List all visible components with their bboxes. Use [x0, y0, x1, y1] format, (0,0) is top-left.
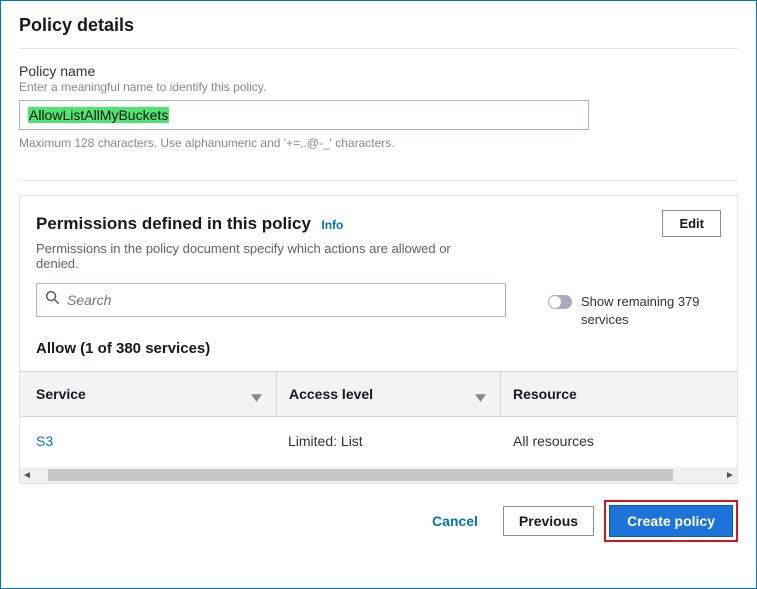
policy-name-help: Enter a meaningful name to identify this…: [19, 80, 738, 94]
show-remaining-toggle[interactable]: [548, 295, 572, 309]
policy-name-value: AllowListAllMyBuckets: [28, 107, 169, 123]
previous-button[interactable]: Previous: [503, 506, 594, 536]
search-field[interactable]: [67, 292, 497, 308]
col-resource[interactable]: Resource: [501, 372, 721, 416]
policy-name-label: Policy name: [19, 63, 738, 79]
page-title: Policy details: [19, 15, 738, 36]
divider: [19, 180, 738, 181]
search-icon: [45, 290, 67, 310]
scroll-right-icon: ►: [723, 470, 737, 481]
horizontal-scrollbar[interactable]: ◄ ►: [20, 467, 737, 483]
search-input[interactable]: [36, 283, 506, 317]
service-link[interactable]: S3: [36, 433, 53, 449]
create-policy-button[interactable]: Create policy: [609, 505, 733, 537]
cancel-button[interactable]: Cancel: [417, 507, 493, 535]
highlight-box: Create policy: [604, 500, 738, 542]
col-access-level[interactable]: Access level: [276, 372, 501, 416]
info-link[interactable]: Info: [321, 218, 343, 232]
col-service[interactable]: Service: [36, 372, 276, 416]
policy-name-input[interactable]: AllowListAllMyBuckets: [19, 100, 589, 130]
sort-icon: [475, 389, 486, 405]
sort-icon: [251, 389, 262, 405]
permissions-panel: Permissions defined in this policy Info …: [19, 195, 738, 484]
edit-button[interactable]: Edit: [662, 210, 721, 237]
permissions-description: Permissions in the policy document speci…: [36, 241, 466, 271]
table-row: S3 Limited: List All resources: [20, 417, 737, 467]
access-level-cell: Limited: List: [276, 433, 501, 449]
resource-cell: All resources: [501, 433, 721, 449]
table-header: Service Access level Resource: [20, 371, 737, 417]
scroll-left-icon: ◄: [20, 470, 34, 481]
action-bar: Cancel Previous Create policy: [1, 484, 756, 556]
divider: [19, 48, 738, 49]
policy-name-hint: Maximum 128 characters. Use alphanumeric…: [19, 136, 738, 150]
permissions-title: Permissions defined in this policy: [36, 214, 311, 233]
allow-heading: Allow (1 of 380 services): [20, 328, 737, 371]
